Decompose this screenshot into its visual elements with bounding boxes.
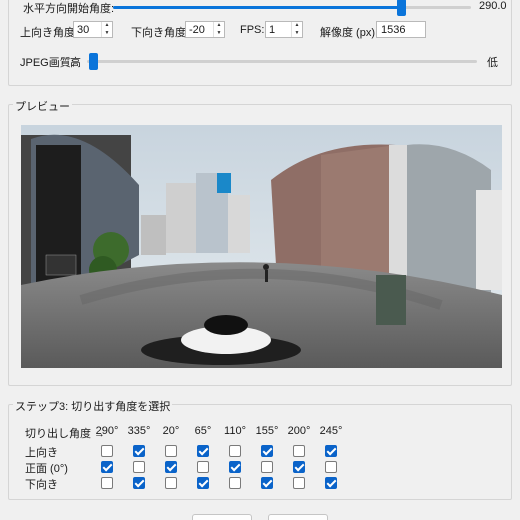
down-angle-decrement-icon[interactable]: ▼	[214, 30, 224, 38]
angle-checkbox[interactable]	[101, 445, 113, 457]
angle-column-header: 20°	[162, 425, 180, 437]
angle-column-header: 200°	[287, 425, 311, 437]
secondary-action-button[interactable]	[268, 514, 328, 520]
angle-column-header: 335°	[127, 425, 151, 437]
step3-title: ステップ3: 切り出す角度を選択	[13, 398, 173, 414]
fps-increment-icon[interactable]: ▲	[292, 22, 302, 30]
angle-checkbox[interactable]	[101, 477, 113, 489]
preview-title: プレビュー	[13, 98, 72, 114]
resolution-label: 解像度 (px):	[320, 27, 379, 39]
fps-label: FPS:	[240, 24, 265, 36]
angle-column-header: 155°	[255, 425, 279, 437]
down-angle-label: 下向き角度:	[131, 27, 190, 39]
fps-decrement-icon[interactable]: ▼	[292, 30, 302, 38]
pitch-start-value: 290.0	[479, 0, 507, 12]
pitch-start-slider-fill	[113, 6, 402, 9]
angle-column-header: 110°	[224, 425, 246, 437]
up-angle-value: 30	[77, 24, 90, 36]
pitch-start-label: 水平方向開始角度:	[23, 3, 115, 15]
angle-checkbox[interactable]	[165, 445, 177, 457]
jpeg-high-label: 高	[70, 57, 81, 69]
angle-checkbox[interactable]	[229, 461, 241, 473]
down-angle-value: -20	[189, 24, 205, 36]
down-angle-spinbox[interactable]: -20 ▲ ▼	[185, 21, 225, 38]
angle-checkbox[interactable]	[197, 445, 209, 457]
jpeg-quality-slider[interactable]	[87, 60, 477, 63]
angle-checkbox[interactable]	[293, 477, 305, 489]
jpeg-quality-label: JPEG画質:	[20, 57, 74, 69]
angle-checkbox[interactable]	[197, 461, 209, 473]
angle-checkbox[interactable]	[133, 461, 145, 473]
capture-settings-group: 水平方向開始角度: 290.0 上向き角度: 30 ▲ ▼ 下向き角度: -20 …	[8, 0, 512, 86]
primary-action-button[interactable]	[192, 514, 252, 520]
angle-checkbox[interactable]	[293, 445, 305, 457]
angle-checkbox[interactable]	[261, 445, 273, 457]
up-angle-increment-icon[interactable]: ▲	[102, 22, 112, 30]
fps-spinbox[interactable]: 1 ▲ ▼	[265, 21, 303, 38]
angle-checkbox[interactable]	[325, 445, 337, 457]
angle-checkbox[interactable]	[261, 461, 273, 473]
jpeg-quality-slider-handle[interactable]	[89, 53, 98, 70]
angle-checkbox[interactable]	[229, 477, 241, 489]
preview-group: プレビュー	[8, 98, 512, 386]
angle-checkbox[interactable]	[325, 477, 337, 489]
angle-row-label: 上向き	[25, 447, 58, 459]
angle-row-label: 正面 (0°)	[25, 463, 68, 475]
angle-column-header: 290°	[95, 425, 119, 437]
angle-checkbox[interactable]	[261, 477, 273, 489]
angle-column-header: 245°	[319, 425, 343, 437]
angle-checkbox[interactable]	[197, 477, 209, 489]
angle-checkbox[interactable]	[165, 477, 177, 489]
fps-value: 1	[269, 24, 276, 36]
up-angle-decrement-icon[interactable]: ▼	[102, 30, 112, 38]
panorama-preview-image	[21, 125, 502, 368]
angle-checkbox[interactable]	[101, 461, 113, 473]
angle-selection-group: ステップ3: 切り出す角度を選択 切り出し角度 → 290° 335° 20° 65°…	[8, 398, 512, 500]
angle-checkbox[interactable]	[293, 461, 305, 473]
up-angle-spinbox[interactable]: 30 ▲ ▼	[73, 21, 113, 38]
pitch-start-slider-handle[interactable]	[397, 0, 407, 16]
angle-checkbox[interactable]	[133, 477, 145, 489]
resolution-input[interactable]: 1536	[376, 21, 426, 38]
down-angle-increment-icon[interactable]: ▲	[214, 22, 224, 30]
angle-checkbox[interactable]	[325, 461, 337, 473]
angle-column-header: 65°	[194, 425, 212, 437]
jpeg-low-label: 低	[487, 57, 498, 69]
angle-row-label: 下向き	[25, 479, 58, 491]
up-angle-label: 上向き角度:	[20, 27, 79, 39]
pitch-start-slider[interactable]	[113, 6, 471, 9]
angle-checkbox[interactable]	[133, 445, 145, 457]
angle-checkbox[interactable]	[229, 445, 241, 457]
angle-checkbox[interactable]	[165, 461, 177, 473]
